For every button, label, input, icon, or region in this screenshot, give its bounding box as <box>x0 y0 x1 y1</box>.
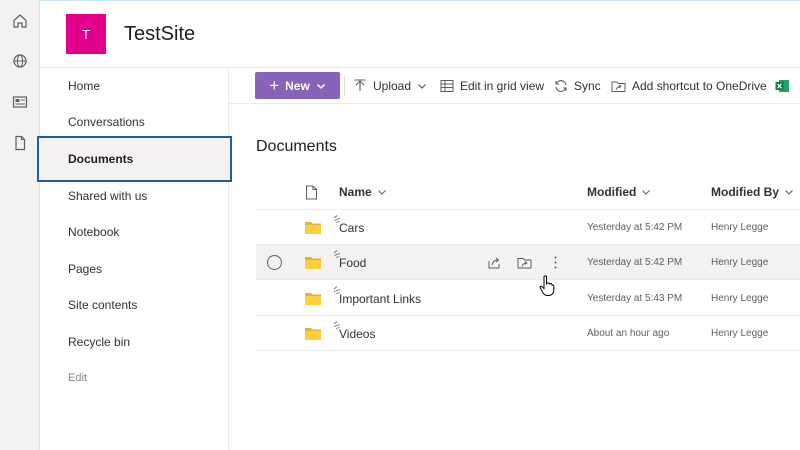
name-column-label: Name <box>339 185 372 199</box>
modified-by-cell[interactable]: Henry Legge <box>711 210 768 245</box>
table-row[interactable]: Cars Yesterday at 5:42 PM Henry Legge <box>256 210 800 245</box>
row-select-radio[interactable] <box>267 255 282 270</box>
grid-icon <box>440 79 454 92</box>
nav-item-notebook[interactable]: Notebook <box>40 214 229 250</box>
file-type-icon <box>306 185 317 199</box>
chevron-down-icon <box>377 190 386 195</box>
nav-item-site-contents[interactable]: Site contents <box>40 287 229 323</box>
folder-icon <box>305 222 321 234</box>
export-excel-button[interactable] <box>775 72 790 99</box>
upload-icon <box>354 78 366 91</box>
chevron-down-icon <box>316 83 325 89</box>
folder-icon <box>305 293 321 305</box>
modified-cell: Yesterday at 5:42 PM <box>587 257 683 268</box>
sync-button[interactable]: Sync <box>554 72 601 99</box>
library-title: Documents <box>256 138 337 155</box>
upload-button[interactable]: Upload <box>353 72 427 99</box>
new-button-label: New <box>285 78 310 93</box>
modified-by-cell[interactable]: Henry Legge <box>711 316 768 351</box>
hand-cursor-icon <box>539 275 555 296</box>
modified-cell: Yesterday at 5:42 PM <box>587 222 683 233</box>
modified-column-header[interactable]: Modified <box>587 174 651 210</box>
modified-by-column-header[interactable]: Modified By <box>711 174 794 210</box>
nav-item-home[interactable]: Home <box>40 68 229 104</box>
nav-item-documents[interactable]: Documents <box>37 136 232 182</box>
name-column-header[interactable]: Name <box>339 174 387 210</box>
sync-icon <box>555 79 567 92</box>
site-header: T TestSite <box>40 0 800 68</box>
upload-label: Upload <box>373 78 412 93</box>
nav-item-recycle-bin[interactable]: Recycle bin <box>40 324 229 360</box>
chevron-down-icon <box>418 83 426 89</box>
plus-icon: + <box>269 76 280 95</box>
file-type-column[interactable] <box>305 174 318 210</box>
column-header-row: Name Modified Modified By <box>256 174 800 210</box>
command-separator <box>344 76 345 96</box>
chevron-down-icon <box>642 190 651 195</box>
nav-item-conversations[interactable]: Conversations <box>40 104 229 140</box>
folder-shortcut-icon[interactable] <box>517 255 532 270</box>
folder-icon <box>305 328 321 340</box>
table-row[interactable]: Videos About an hour ago Henry Legge <box>256 316 800 351</box>
globe-icon[interactable] <box>10 51 30 71</box>
modified-by-cell[interactable]: Henry Legge <box>711 281 768 316</box>
edit-grid-view-button[interactable]: Edit in grid view <box>440 72 544 99</box>
sync-label: Sync <box>574 78 601 93</box>
new-button[interactable]: + New <box>255 72 340 99</box>
file-name-link[interactable]: Important Links <box>339 281 421 316</box>
file-icon[interactable] <box>10 133 30 153</box>
folder-icon <box>305 257 321 269</box>
news-icon[interactable] <box>10 92 30 112</box>
modified-by-cell[interactable]: Henry Legge <box>711 245 768 280</box>
nav-item-shared-with-us[interactable]: Shared with us <box>40 178 229 214</box>
share-icon[interactable] <box>487 255 502 270</box>
file-name-link[interactable]: Videos <box>339 316 375 351</box>
site-logo[interactable]: T <box>66 14 106 54</box>
folder-shortcut-icon <box>611 81 626 92</box>
left-nav: Home Conversations Documents Shared with… <box>37 68 232 450</box>
site-title[interactable]: TestSite <box>124 23 195 46</box>
excel-icon <box>775 79 789 92</box>
chevron-down-icon <box>785 190 793 195</box>
home-icon[interactable] <box>10 11 30 31</box>
file-name-link[interactable]: Food <box>339 245 366 280</box>
app-rail <box>0 0 40 450</box>
nav-item-pages[interactable]: Pages <box>40 251 229 287</box>
modified-cell: Yesterday at 5:43 PM <box>587 293 683 304</box>
more-actions-icon[interactable] <box>548 254 563 271</box>
edit-grid-view-label: Edit in grid view <box>460 78 545 93</box>
table-row[interactable]: Food Yesterday at 5:42 PM Henry Legge <box>256 245 800 280</box>
add-shortcut-button[interactable]: Add shortcut to OneDrive <box>611 72 767 99</box>
nav-edit-link[interactable]: Edit <box>40 360 229 396</box>
modified-cell: About an hour ago <box>587 328 670 339</box>
add-shortcut-label: Add shortcut to OneDrive <box>632 78 767 93</box>
command-bar: + New Upload Edit in grid view Sync Add … <box>229 68 800 104</box>
modified-by-column-label: Modified By <box>711 185 779 199</box>
modified-column-label: Modified <box>587 185 637 199</box>
table-row[interactable]: Important Links Yesterday at 5:43 PM Hen… <box>256 281 800 316</box>
file-name-link[interactable]: Cars <box>339 210 364 245</box>
